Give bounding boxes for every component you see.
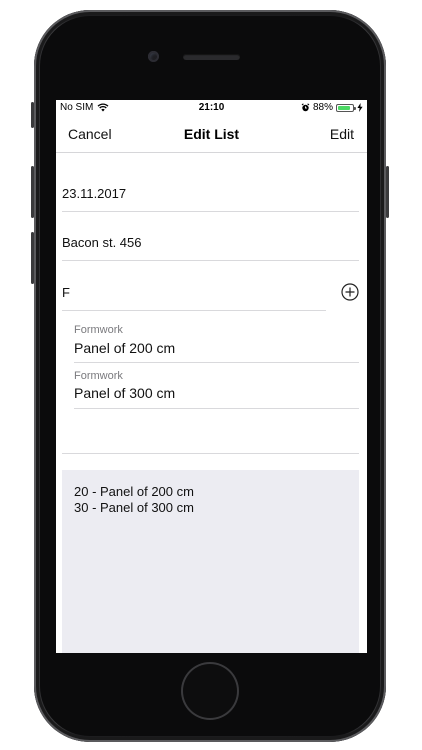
item-name: Panel of 200 cm bbox=[74, 340, 176, 356]
device-frame: No SIM 21:10 88% Cancel Edit List Edit 2… bbox=[0, 0, 422, 750]
plus-circle-icon[interactable] bbox=[341, 283, 359, 301]
battery-tip bbox=[354, 106, 356, 110]
summary-line: 30 - Panel of 300 cm bbox=[74, 500, 194, 515]
address-field[interactable]: Bacon st. 456 bbox=[62, 235, 142, 250]
list-divider bbox=[74, 408, 359, 409]
battery-percent: 88% bbox=[312, 102, 333, 113]
summary-panel: 20 - Panel of 200 cm 30 - Panel of 300 c… bbox=[62, 470, 359, 653]
earpiece-speaker bbox=[183, 54, 240, 60]
page-title: Edit List bbox=[183, 126, 240, 142]
battery-level-fill bbox=[338, 105, 350, 110]
power-button bbox=[386, 166, 389, 218]
item-category: Formwork bbox=[74, 370, 123, 382]
status-right: 88% bbox=[301, 102, 363, 113]
battery-icon bbox=[336, 103, 356, 112]
item-name: Panel of 300 cm bbox=[74, 385, 176, 401]
item-search-input[interactable]: F bbox=[62, 285, 70, 300]
summary-line: 20 - Panel of 200 cm bbox=[74, 484, 194, 499]
navigation-bar: Cancel Edit List Edit bbox=[56, 116, 367, 153]
alarm-icon bbox=[301, 103, 310, 112]
home-button[interactable] bbox=[183, 664, 237, 718]
front-camera bbox=[148, 51, 159, 62]
list-divider bbox=[74, 362, 359, 363]
date-field-underline bbox=[62, 211, 359, 212]
status-bar: No SIM 21:10 88% bbox=[56, 100, 367, 116]
section-divider bbox=[62, 453, 359, 454]
edit-button[interactable]: Edit bbox=[330, 126, 354, 142]
address-field-underline bbox=[62, 260, 359, 261]
charging-bolt-icon bbox=[357, 103, 363, 112]
item-category: Formwork bbox=[74, 324, 123, 336]
date-field[interactable]: 23.11.2017 bbox=[62, 186, 126, 201]
item-search-underline bbox=[62, 310, 326, 311]
app-screen: No SIM 21:10 88% Cancel Edit List Edit 2… bbox=[56, 100, 367, 653]
